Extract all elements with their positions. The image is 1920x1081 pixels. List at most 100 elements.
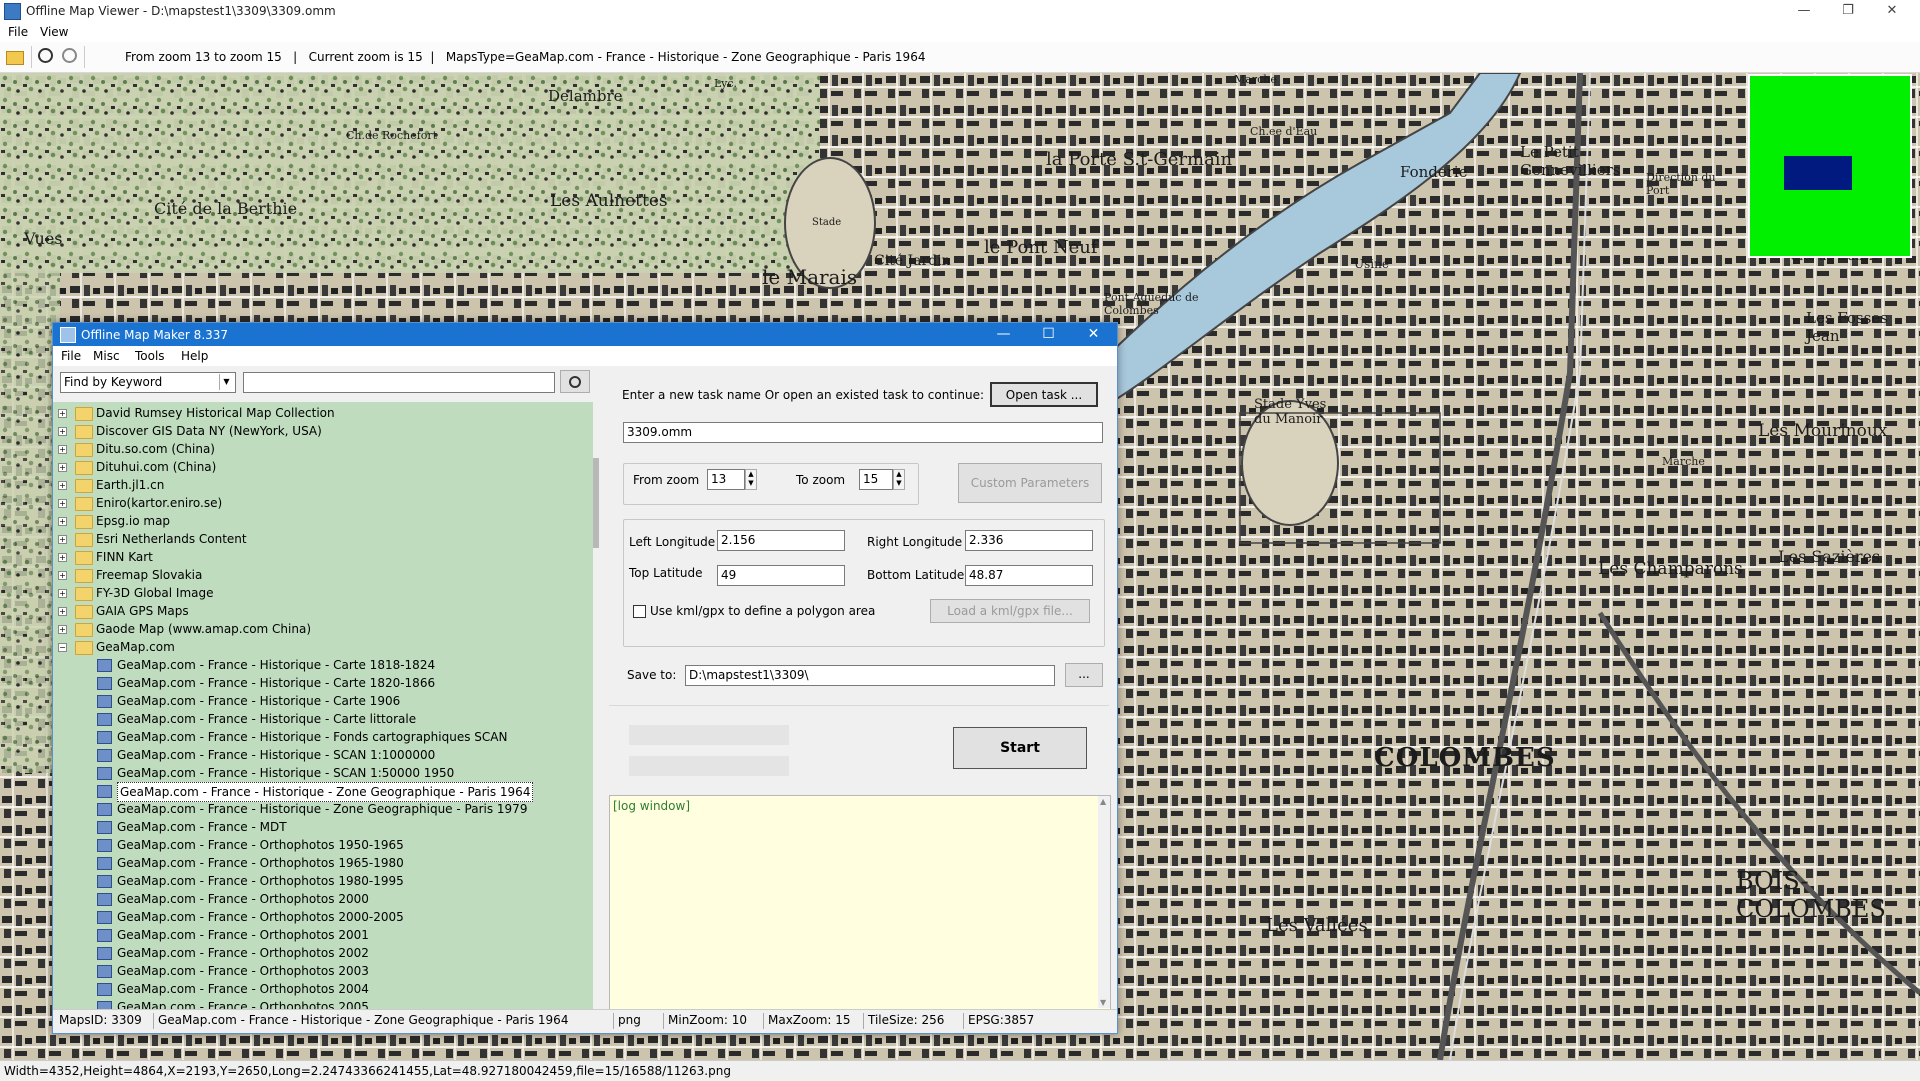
right-longitude-input[interactable]: 2.336: [965, 530, 1093, 551]
to-zoom-spinner[interactable]: ▲ ▼: [893, 469, 905, 490]
collapse-icon[interactable]: −: [58, 643, 67, 652]
search-input[interactable]: [243, 372, 555, 393]
tree-folder-row[interactable]: + Esri Netherlands Content: [53, 530, 593, 548]
tree-map-item[interactable]: GeaMap.com - France - Historique - Carte…: [53, 692, 593, 710]
tree-folder-row[interactable]: + GAIA GPS Maps: [53, 602, 593, 620]
tree-map-item[interactable]: GeaMap.com - France - Orthophotos 1965-1…: [53, 854, 593, 872]
left-longitude-input[interactable]: 2.156: [717, 530, 845, 551]
tree-map-item[interactable]: GeaMap.com - France - Historique - Carte…: [53, 710, 593, 728]
tree-folder-row[interactable]: + David Rumsey Historical Map Collection: [53, 404, 593, 422]
tree-folder-row[interactable]: + FINN Kart: [53, 548, 593, 566]
tree-map-item[interactable]: GeaMap.com - France - Historique - Carte…: [53, 674, 593, 692]
tree-map-item-label: GeaMap.com - France - Orthophotos 2003: [117, 964, 369, 978]
overview-minimap[interactable]: [1748, 74, 1912, 258]
menu-file[interactable]: File: [8, 25, 28, 39]
log-scrollbar[interactable]: ▲ ▼: [1098, 796, 1110, 1008]
scroll-down-icon[interactable]: ▼: [1100, 998, 1106, 1007]
maximize-button[interactable]: ❐: [1826, 0, 1870, 22]
tree-map-item-label: GeaMap.com - France - Historique - Carte…: [117, 676, 436, 690]
tree-folder-row[interactable]: + Earth.jl1.cn: [53, 476, 593, 494]
map-source-tree[interactable]: + David Rumsey Historical Map Collection +…: [53, 402, 593, 1009]
expand-icon[interactable]: +: [58, 607, 67, 616]
menu-file[interactable]: File: [61, 349, 81, 363]
to-zoom-input[interactable]: 15: [859, 469, 893, 490]
folder-icon: [75, 479, 93, 493]
expand-icon[interactable]: +: [58, 499, 67, 508]
expand-icon[interactable]: +: [58, 427, 67, 436]
tree-map-item[interactable]: GeaMap.com - France - Orthophotos 2005: [53, 998, 593, 1009]
save-to-input[interactable]: D:\mapstest1\3309\: [685, 665, 1055, 686]
use-kml-label: Use kml/gpx to define a polygon area: [650, 604, 876, 618]
tree-scrollbar[interactable]: [593, 402, 599, 1009]
tree-folder-row[interactable]: + Ditu.so.com (China): [53, 440, 593, 458]
dialog-maximize-button[interactable]: ☐: [1026, 323, 1071, 346]
zoom-out-icon[interactable]: [38, 48, 53, 63]
tree-map-item[interactable]: GeaMap.com - France - Historique - Carte…: [53, 656, 593, 674]
menu-help[interactable]: Help: [181, 349, 208, 363]
tree-folder-row[interactable]: + Gaode Map (www.amap.com China): [53, 620, 593, 638]
expand-icon[interactable]: +: [58, 589, 67, 598]
tree-scroll-thumb[interactable]: [593, 458, 599, 548]
tree-folder-row[interactable]: + Dituhui.com (China): [53, 458, 593, 476]
tree-folder-row[interactable]: − GeaMap.com: [53, 638, 593, 656]
zoom-in-icon[interactable]: [62, 48, 77, 63]
expand-icon[interactable]: +: [58, 517, 67, 526]
tree-map-item[interactable]: GeaMap.com - France - Orthophotos 1950-1…: [53, 836, 593, 854]
custom-parameters-button[interactable]: Custom Parameters: [958, 463, 1102, 503]
log-window[interactable]: [log window] ▲ ▼: [609, 795, 1111, 1011]
tree-map-item[interactable]: GeaMap.com - France - Orthophotos 2000: [53, 890, 593, 908]
bottom-latitude-input[interactable]: 48.87: [965, 565, 1093, 586]
tree-map-item-label: GeaMap.com - France - Historique - SCAN …: [117, 748, 436, 762]
task-name-input[interactable]: 3309.omm: [623, 422, 1103, 443]
minimize-button[interactable]: —: [1782, 0, 1826, 22]
dialog-minimize-button[interactable]: —: [981, 323, 1026, 346]
open-task-button[interactable]: Open task ...: [990, 382, 1098, 407]
from-zoom-input[interactable]: 13: [707, 469, 745, 490]
scroll-up-icon[interactable]: ▲: [1100, 797, 1106, 806]
tree-map-item[interactable]: GeaMap.com - France - Orthophotos 2000-2…: [53, 908, 593, 926]
map-label: Stade Yves du Manoir: [1254, 397, 1327, 427]
from-zoom-spinner[interactable]: ▲ ▼: [745, 469, 757, 490]
tree-map-item[interactable]: GeaMap.com - France - Orthophotos 2001: [53, 926, 593, 944]
tree-folder-row[interactable]: + Freemap Slovakia: [53, 566, 593, 584]
tree-map-item[interactable]: GeaMap.com - France - Historique - Fonds…: [53, 728, 593, 746]
menu-tools[interactable]: Tools: [135, 349, 165, 363]
browse-button[interactable]: ...: [1065, 663, 1103, 687]
tree-folder-row[interactable]: + Eniro(kartor.eniro.se): [53, 494, 593, 512]
expand-icon[interactable]: +: [58, 463, 67, 472]
tree-folder-row[interactable]: + Discover GIS Data NY (NewYork, USA): [53, 422, 593, 440]
search-button[interactable]: [560, 370, 590, 393]
expand-icon[interactable]: +: [58, 625, 67, 634]
tree-map-item[interactable]: GeaMap.com - France - Orthophotos 2003: [53, 962, 593, 980]
menu-view[interactable]: View: [40, 25, 68, 39]
expand-icon[interactable]: +: [58, 571, 67, 580]
toolbar-separator: [84, 46, 85, 68]
dialog-close-button[interactable]: ✕: [1071, 323, 1116, 346]
overview-viewport[interactable]: [1784, 156, 1852, 190]
top-latitude-input[interactable]: 49: [717, 565, 845, 586]
tree-map-item[interactable]: GeaMap.com - France - Historique - SCAN …: [53, 764, 593, 782]
tree-map-item[interactable]: GeaMap.com - France - Historique - SCAN …: [53, 746, 593, 764]
close-button[interactable]: ✕: [1870, 0, 1914, 22]
tree-map-item[interactable]: GeaMap.com - France - Orthophotos 1980-1…: [53, 872, 593, 890]
open-folder-icon[interactable]: [6, 51, 24, 65]
tree-folder-row[interactable]: + Epsg.io map: [53, 512, 593, 530]
expand-icon[interactable]: +: [58, 409, 67, 418]
tree-map-item[interactable]: GeaMap.com - France - Historique - Zone …: [53, 782, 593, 802]
tree-map-item[interactable]: GeaMap.com - France - MDT: [53, 818, 593, 836]
use-kml-checkbox[interactable]: [633, 605, 646, 618]
menu-misc[interactable]: Misc: [93, 349, 120, 363]
task-prompt-label: Enter a new task name Or open an existed…: [622, 388, 984, 402]
search-mode-select[interactable]: Find by Keyword ▼: [60, 372, 236, 393]
tree-map-item[interactable]: GeaMap.com - France - Orthophotos 2002: [53, 944, 593, 962]
start-button[interactable]: Start: [953, 727, 1087, 769]
tree-map-item[interactable]: GeaMap.com - France - Orthophotos 2004: [53, 980, 593, 998]
tree-map-item[interactable]: GeaMap.com - France - Historique - Zone …: [53, 800, 593, 818]
chevron-down-icon[interactable]: ▼: [219, 374, 233, 390]
tree-folder-row[interactable]: + FY-3D Global Image: [53, 584, 593, 602]
load-kml-button[interactable]: Load a kml/gpx file...: [930, 599, 1090, 623]
expand-icon[interactable]: +: [58, 553, 67, 562]
expand-icon[interactable]: +: [58, 535, 67, 544]
expand-icon[interactable]: +: [58, 481, 67, 490]
expand-icon[interactable]: +: [58, 445, 67, 454]
